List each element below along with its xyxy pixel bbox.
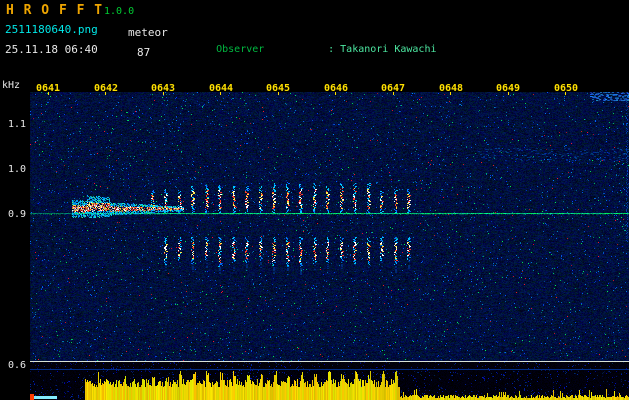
freq-label: 0.9 <box>8 209 27 220</box>
time-label: 0648 <box>438 83 464 94</box>
info-value: : Takanori Kawachi <box>328 44 437 55</box>
count-label: 87 <box>137 46 151 59</box>
freq-unit-label: kHz <box>2 80 21 91</box>
time-label: 0643 <box>150 83 176 94</box>
time-label: 0646 <box>323 83 349 94</box>
time-label: 0647 <box>380 83 406 94</box>
freq-label: 1.0 <box>8 164 27 175</box>
output-filename: 2511180640.png <box>5 23 98 36</box>
datetime-label: 25.11.18 06:40 <box>5 43 98 56</box>
info-label: Observer <box>216 44 265 55</box>
time-label: 0644 <box>208 83 234 94</box>
spectrogram-canvas <box>30 92 629 400</box>
time-label: 0642 <box>93 83 119 94</box>
freq-label: 0.6 <box>8 360 27 371</box>
mode-label: meteor <box>128 26 168 39</box>
freq-label: 1.1 <box>8 119 27 130</box>
time-label: 0645 <box>265 83 291 94</box>
version-label: 1.0.0 <box>104 6 135 17</box>
time-label: 0650 <box>553 83 579 94</box>
time-label: 0649 <box>495 83 521 94</box>
time-label: 0641 <box>35 83 61 94</box>
app-title: H R O F F T <box>6 3 104 18</box>
hrofft-window: H R O F F T 1.0.0 2511180640.png meteor … <box>0 0 629 400</box>
info-row-observer: Observer : Takanori Kawachi <box>180 30 557 69</box>
